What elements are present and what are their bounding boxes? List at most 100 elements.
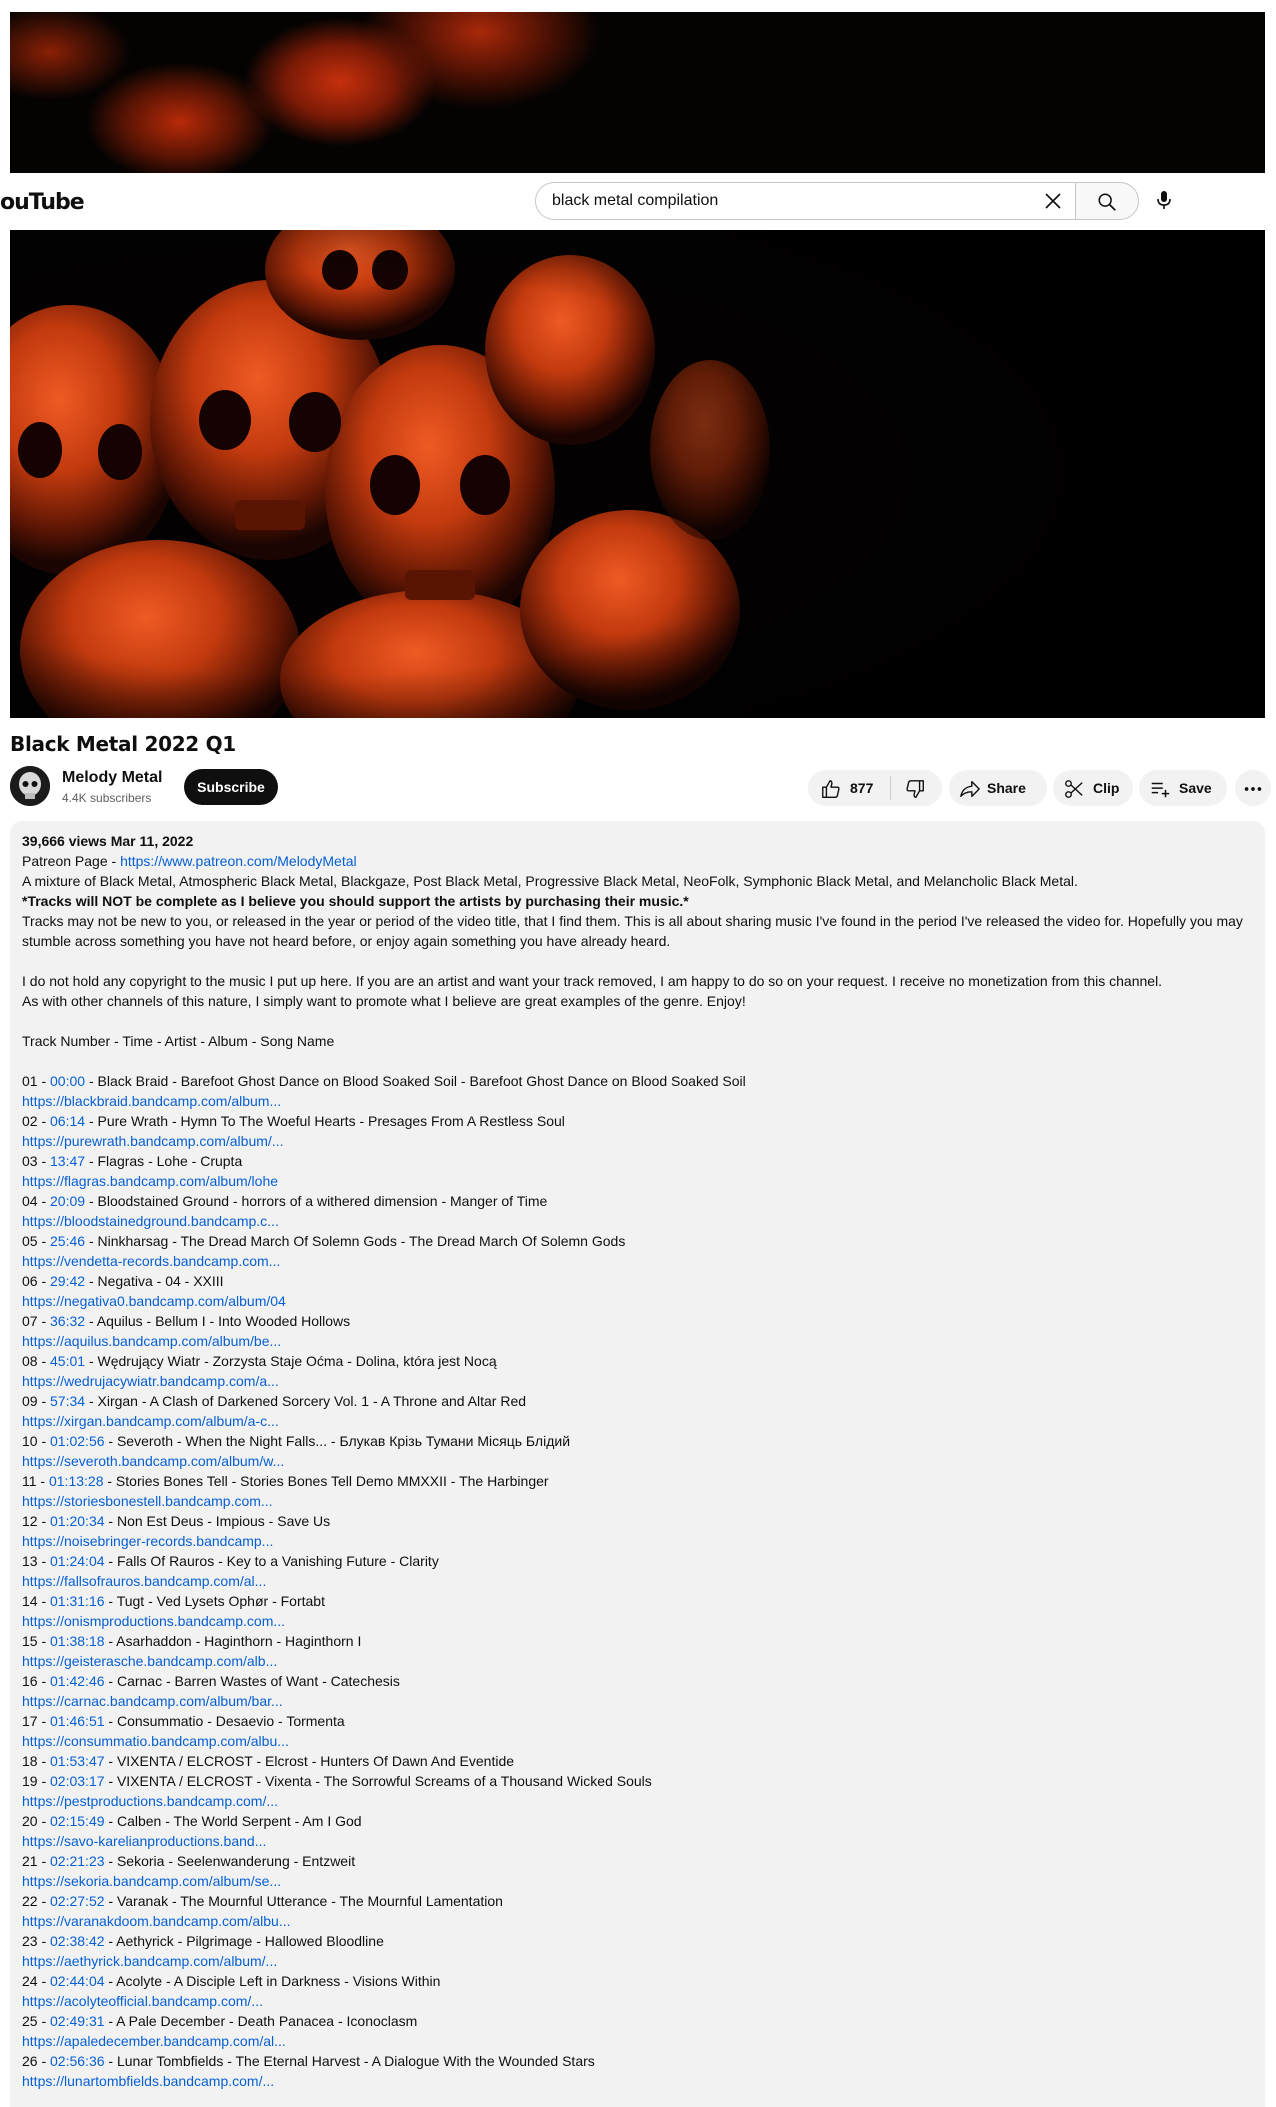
track-bandcamp-link[interactable]: https://lunartombfields.bandcamp.com/... — [22, 2071, 1252, 2091]
track-row: 18 - 01:53:47 - VIXENTA / ELCROST - Elcr… — [22, 1751, 1252, 1771]
track-timestamp-link[interactable]: 01:31:16 — [50, 1593, 105, 1609]
track-bandcamp-link[interactable]: https://savo-karelianproductions.band... — [22, 1831, 1252, 1851]
track-bandcamp-link[interactable]: https://acolyteofficial.bandcamp.com/... — [22, 1991, 1252, 2011]
track-timestamp-link[interactable]: 57:34 — [50, 1393, 85, 1409]
track-number: 19 - — [22, 1773, 51, 1789]
track-bandcamp-link[interactable]: https://aethyrick.bandcamp.com/album/... — [22, 1951, 1252, 1971]
track-number: 24 - — [22, 1973, 51, 1989]
track-timestamp-link[interactable]: 02:03:17 — [50, 1773, 105, 1789]
track-bandcamp-link[interactable]: https://pestproductions.bandcamp.com/... — [22, 1791, 1252, 1811]
video-owner-row: Melody Metal 4.4K subscribers Subscribe … — [10, 766, 1271, 808]
track-timestamp-link[interactable]: 01:46:51 — [50, 1713, 105, 1729]
patreon-link[interactable]: https://www.patreon.com/MelodyMetal — [120, 853, 357, 869]
tracks-note: *Tracks will NOT be complete as I believ… — [22, 893, 689, 909]
track-bandcamp-link[interactable]: https://severoth.bandcamp.com/album/w... — [22, 1451, 1252, 1471]
track-timestamp-link[interactable]: 02:56:36 — [50, 2053, 105, 2069]
track-number: 25 - — [22, 2013, 51, 2029]
youtube-logo[interactable]: ouTube — [0, 190, 85, 215]
track-timestamp-link[interactable]: 29:42 — [50, 1273, 85, 1289]
background-thumbnail-strip — [10, 12, 1265, 173]
track-bandcamp-link[interactable]: https://consummatio.bandcamp.com/albu... — [22, 1731, 1252, 1751]
like-count: 877 — [850, 780, 874, 796]
track-timestamp-link[interactable]: 02:15:49 — [50, 1813, 105, 1829]
track-title: - Consummatio - Desaevio - Tormenta — [104, 1713, 345, 1729]
track-title: - Flagras - Lohe - Crupta — [85, 1153, 243, 1169]
track-list: 01 - 00:00 - Black Braid - Barefoot Ghos… — [22, 1071, 1252, 2091]
track-timestamp-link[interactable]: 02:49:31 — [50, 2013, 105, 2029]
track-timestamp-link[interactable]: 02:21:23 — [50, 1853, 105, 1869]
track-title: - Bloodstained Ground - horrors of a wit… — [85, 1193, 548, 1209]
video-frame-art — [10, 230, 1265, 718]
track-timestamp-link[interactable]: 01:13:28 — [49, 1473, 104, 1489]
track-timestamp-link[interactable]: 00:00 — [50, 1073, 85, 1089]
track-bandcamp-link[interactable]: https://vendetta-records.bandcamp.com... — [22, 1251, 1252, 1271]
channel-name[interactable]: Melody Metal — [62, 769, 162, 787]
track-title: - VIXENTA / ELCROST - Elcrost - Hunters … — [104, 1753, 515, 1769]
track-row: 03 - 13:47 - Flagras - Lohe - Crupta — [22, 1151, 1252, 1171]
track-bandcamp-link[interactable]: https://fallsofrauros.bandcamp.com/al... — [22, 1571, 1252, 1591]
dislike-icon — [906, 780, 924, 798]
track-bandcamp-link[interactable]: https://sekoria.bandcamp.com/album/se... — [22, 1871, 1252, 1891]
track-bandcamp-link[interactable]: https://apaledecember.bandcamp.com/al... — [22, 2031, 1252, 2051]
track-bandcamp-link[interactable]: https://bloodstainedground.bandcamp.c... — [22, 1211, 1252, 1231]
track-timestamp-link[interactable]: 01:02:56 — [50, 1433, 105, 1449]
more-actions-button[interactable] — [1235, 770, 1271, 806]
track-title: - Falls Of Rauros - Key to a Vanishing F… — [104, 1553, 439, 1569]
track-number: 23 - — [22, 1933, 51, 1949]
clear-icon[interactable] — [1041, 189, 1065, 213]
track-bandcamp-link[interactable]: https://purewrath.bandcamp.com/album/... — [22, 1131, 1252, 1151]
track-timestamp-link[interactable]: 13:47 — [50, 1153, 85, 1169]
track-row: 16 - 01:42:46 - Carnac - Barren Wastes o… — [22, 1671, 1252, 1691]
track-number: 22 - — [22, 1893, 51, 1909]
track-row: 13 - 01:24:04 - Falls Of Rauros - Key to… — [22, 1551, 1252, 1571]
track-timestamp-link[interactable]: 01:42:46 — [50, 1673, 105, 1689]
clip-button[interactable]: Clip — [1053, 770, 1133, 806]
track-row: 01 - 00:00 - Black Braid - Barefoot Ghos… — [22, 1071, 1252, 1091]
copyright-text: I do not hold any copyright to the music… — [22, 973, 1163, 989]
track-timestamp-link[interactable]: 02:27:52 — [50, 1893, 105, 1909]
subscribe-button[interactable]: Subscribe — [184, 769, 278, 805]
save-button[interactable]: Save — [1139, 770, 1227, 806]
track-bandcamp-link[interactable]: https://noisebringer-records.bandcamp... — [22, 1531, 1252, 1551]
track-timestamp-link[interactable]: 36:32 — [50, 1313, 85, 1329]
video-title: Black Metal 2022 Q1 — [10, 732, 236, 756]
track-number: 05 - — [22, 1233, 51, 1249]
mic-icon[interactable] — [1152, 188, 1176, 217]
track-row: 14 - 01:31:16 - Tugt - Ved Lysets Ophør … — [22, 1591, 1252, 1611]
more-icon — [1244, 787, 1262, 791]
track-bandcamp-link[interactable]: https://blackbraid.bandcamp.com/album... — [22, 1091, 1252, 1111]
avatar[interactable] — [10, 766, 50, 806]
share-button[interactable]: Share — [949, 770, 1047, 806]
track-row: 08 - 45:01 - Wędrujący Wiatr - Zorzysta … — [22, 1351, 1252, 1371]
track-timestamp-link[interactable]: 01:24:04 — [50, 1553, 105, 1569]
track-number: 14 - — [22, 1593, 51, 1609]
track-timestamp-link[interactable]: 25:46 — [50, 1233, 85, 1249]
video-player[interactable] — [10, 230, 1265, 718]
track-timestamp-link[interactable]: 06:14 — [50, 1113, 85, 1129]
track-bandcamp-link[interactable]: https://storiesbonestell.bandcamp.com... — [22, 1491, 1252, 1511]
track-list-header: Track Number - Time - Artist - Album - S… — [22, 1033, 335, 1049]
track-bandcamp-link[interactable]: https://carnac.bandcamp.com/album/bar... — [22, 1691, 1252, 1711]
track-title: - Sekoria - Seelenwanderung - Entzweit — [104, 1853, 356, 1869]
track-number: 09 - — [22, 1393, 51, 1409]
track-bandcamp-link[interactable]: https://xirgan.bandcamp.com/album/a-c... — [22, 1411, 1252, 1431]
track-timestamp-link[interactable]: 02:44:04 — [50, 1973, 105, 1989]
track-row: 02 - 06:14 - Pure Wrath - Hymn To The Wo… — [22, 1111, 1252, 1131]
track-bandcamp-link[interactable]: https://flagras.bandcamp.com/album/lohe — [22, 1171, 1252, 1191]
track-timestamp-link[interactable]: 20:09 — [50, 1193, 85, 1209]
track-timestamp-link[interactable]: 01:20:34 — [50, 1513, 105, 1529]
track-timestamp-link[interactable]: 02:38:42 — [50, 1933, 105, 1949]
track-bandcamp-link[interactable]: https://varanakdoom.bandcamp.com/albu... — [22, 1911, 1252, 1931]
like-icon — [822, 780, 840, 798]
track-bandcamp-link[interactable]: https://geisterasche.bandcamp.com/alb... — [22, 1651, 1252, 1671]
track-bandcamp-link[interactable]: https://wedrujacywiatr.bandcamp.com/a... — [22, 1371, 1252, 1391]
track-bandcamp-link[interactable]: https://onismproductions.bandcamp.com... — [22, 1611, 1252, 1631]
track-bandcamp-link[interactable]: https://negativa0.bandcamp.com/album/04 — [22, 1291, 1252, 1311]
search-button[interactable] — [1075, 182, 1139, 220]
track-timestamp-link[interactable]: 01:38:18 — [50, 1633, 105, 1649]
track-timestamp-link[interactable]: 01:53:47 — [50, 1753, 105, 1769]
search-input[interactable]: black metal compilation — [535, 182, 1075, 220]
track-bandcamp-link[interactable]: https://aquilus.bandcamp.com/album/be... — [22, 1331, 1252, 1351]
track-timestamp-link[interactable]: 45:01 — [50, 1353, 85, 1369]
description-panel[interactable]: 39,666 views Mar 11, 2022 Patreon Page -… — [10, 821, 1265, 2107]
